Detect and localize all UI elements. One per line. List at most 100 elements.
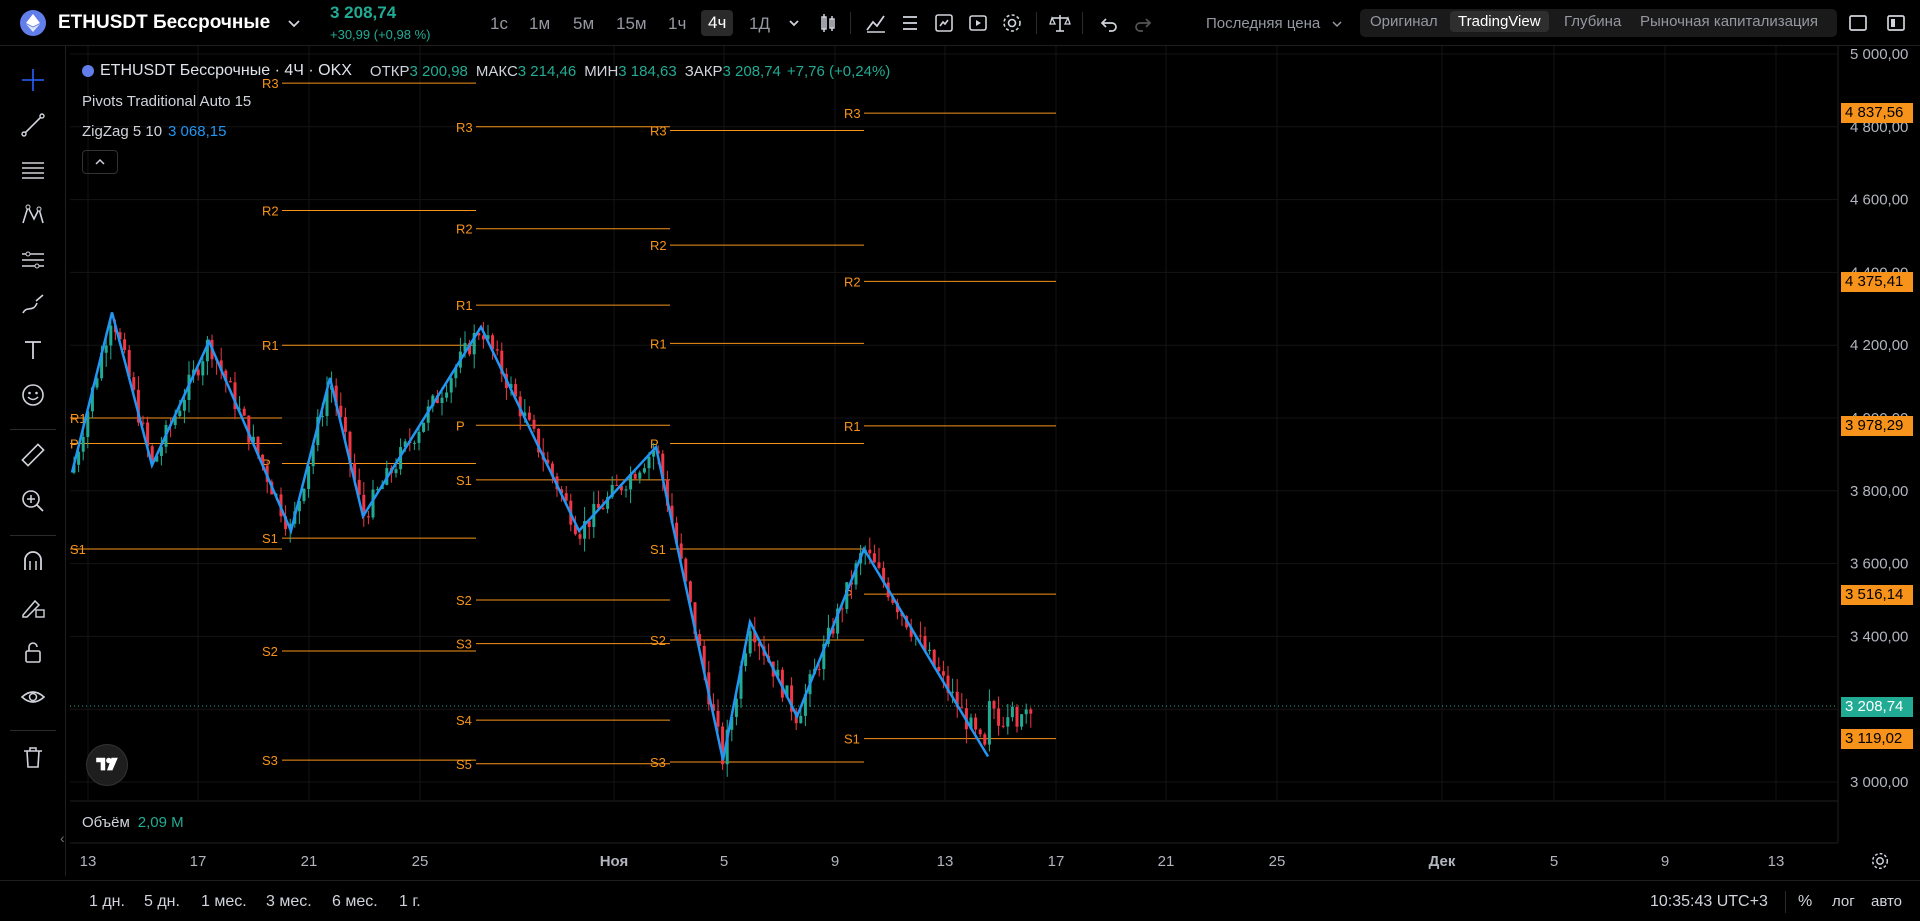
pivot-label: R1 bbox=[844, 419, 861, 434]
candle-body bbox=[615, 484, 619, 486]
percent-scale-toggle[interactable]: % bbox=[1798, 893, 1812, 911]
time-tick: 13 bbox=[80, 853, 97, 870]
r1-price-badge: 3 978,29 bbox=[1841, 416, 1913, 436]
candle-body bbox=[642, 468, 646, 473]
time-tick: 5 bbox=[720, 853, 728, 870]
pivot-label: R2 bbox=[844, 274, 861, 289]
pivot-label: S1 bbox=[70, 542, 86, 557]
time-tick: 17 bbox=[190, 853, 207, 870]
zigzag-line bbox=[70, 312, 990, 761]
price-tick: 5 000,00 bbox=[1850, 46, 1908, 63]
time-tick: 25 bbox=[412, 853, 429, 870]
pivot-label: S3 bbox=[650, 755, 666, 770]
candle-body bbox=[343, 416, 347, 432]
range-1y[interactable]: 1 г. bbox=[399, 893, 421, 911]
pivot-label: S3 bbox=[456, 637, 472, 652]
range-5d[interactable]: 5 дн. bbox=[144, 893, 180, 911]
candle-body bbox=[109, 325, 113, 346]
pivot-label: S1 bbox=[262, 531, 278, 546]
candle-body bbox=[1015, 706, 1019, 727]
candle-body bbox=[647, 456, 651, 469]
log-scale-toggle[interactable]: лог bbox=[1832, 893, 1855, 910]
pivot-label: S2 bbox=[456, 593, 472, 608]
pivot-label: R1 bbox=[262, 338, 279, 353]
candle-body bbox=[872, 553, 876, 563]
zigzag-indicator-label[interactable]: ZigZag 5 10 3 068,15 bbox=[82, 123, 226, 140]
candle-body bbox=[123, 339, 127, 350]
open-label: ОТКР bbox=[369, 62, 410, 80]
r2-price-badge: 4 375,41 bbox=[1841, 272, 1913, 292]
auto-scale-toggle[interactable]: авто bbox=[1871, 893, 1902, 910]
time-tick: 21 bbox=[301, 853, 318, 870]
candle-body bbox=[196, 369, 200, 376]
legend-title[interactable]: ETHUSDT Бессрочные · 4Ч · OKX bbox=[100, 62, 352, 80]
candle-body bbox=[978, 729, 982, 735]
chart-settings-icon[interactable] bbox=[1869, 850, 1891, 872]
candle-body bbox=[178, 410, 182, 417]
clock-timezone[interactable]: 10:35:43 UTC+3 bbox=[1650, 893, 1768, 911]
range-1d[interactable]: 1 дн. bbox=[89, 893, 125, 911]
collapse-panel-icon[interactable]: ‹ bbox=[60, 830, 65, 846]
time-tick: Ноя bbox=[600, 853, 629, 870]
candle-body bbox=[817, 668, 821, 670]
tradingview-logo-icon[interactable] bbox=[86, 744, 128, 786]
pivot-levels: R1PS1R3R2R1PS1S2S3R3R2R1PS1S2S3S4S5R3R2R… bbox=[70, 76, 1056, 772]
close-label: ЗАКР bbox=[684, 62, 723, 80]
candles bbox=[72, 319, 1033, 777]
candle-body bbox=[1001, 725, 1005, 727]
time-tick: 13 bbox=[1768, 853, 1785, 870]
bar-change: +7,76 (+0,24%) bbox=[786, 62, 891, 80]
range-3m[interactable]: 3 мес. bbox=[266, 893, 312, 911]
candle-body bbox=[81, 436, 85, 452]
zigzag-polyline bbox=[70, 312, 990, 761]
pivot-label: S5 bbox=[456, 757, 472, 772]
candle-body bbox=[422, 422, 426, 432]
volume-legend[interactable]: Объём 2,09 M bbox=[82, 814, 184, 831]
s1-price-badge: 3 119,02 bbox=[1841, 729, 1913, 749]
high-value: 3 214,46 bbox=[517, 62, 577, 80]
candle-body bbox=[228, 381, 232, 383]
range-6m[interactable]: 6 мес. bbox=[332, 893, 378, 911]
pivot-label: S1 bbox=[844, 732, 860, 747]
price-tick: 4 600,00 bbox=[1850, 192, 1908, 209]
candle-body bbox=[918, 635, 922, 637]
pivot-label: R1 bbox=[456, 298, 473, 313]
r3-price-badge: 4 837,56 bbox=[1841, 103, 1913, 123]
candle-body bbox=[987, 701, 991, 745]
time-tick: 13 bbox=[937, 853, 954, 870]
candle-body bbox=[992, 701, 996, 709]
pivot-label: S2 bbox=[650, 633, 666, 648]
bottom-toolbar: 1 дн. 5 дн. 1 мес. 3 мес. 6 мес. 1 г. 10… bbox=[0, 880, 1920, 921]
pivot-label: S1 bbox=[650, 542, 666, 557]
time-tick: 9 bbox=[1661, 853, 1669, 870]
candle-body bbox=[302, 488, 306, 501]
candle-body bbox=[417, 431, 421, 443]
pivot-label: S2 bbox=[262, 644, 278, 659]
pivots-indicator-label[interactable]: Pivots Traditional Auto 15 bbox=[82, 93, 251, 110]
time-tick: 25 bbox=[1269, 853, 1286, 870]
candle-body bbox=[877, 562, 881, 568]
candle-body bbox=[974, 717, 978, 730]
candle-body bbox=[445, 392, 449, 398]
range-1m[interactable]: 1 мес. bbox=[201, 893, 247, 911]
candle-body bbox=[1006, 717, 1010, 727]
candle-body bbox=[928, 649, 932, 652]
chart-grid bbox=[70, 46, 1839, 844]
pivot-label: S1 bbox=[456, 473, 472, 488]
candle-body bbox=[951, 691, 955, 693]
candle-body bbox=[960, 707, 964, 709]
candle-body bbox=[941, 671, 945, 676]
close-value: 3 208,74 bbox=[722, 62, 781, 80]
ethereum-icon bbox=[82, 65, 94, 77]
candle-body bbox=[440, 397, 444, 403]
candle-body bbox=[1010, 706, 1014, 718]
price-tick: 3 400,00 bbox=[1850, 628, 1908, 645]
time-tick: Дек bbox=[1429, 853, 1456, 870]
price-tick: 4 200,00 bbox=[1850, 337, 1908, 354]
time-tick: 17 bbox=[1048, 853, 1065, 870]
candle-body bbox=[997, 708, 1001, 726]
price-tick: 3 000,00 bbox=[1850, 774, 1908, 791]
collapse-legend-button[interactable] bbox=[82, 150, 118, 174]
price-chart[interactable]: R1PS1R3R2R1PS1S2S3R3R2R1PS1S2S3S4S5R3R2R… bbox=[0, 0, 1920, 921]
candle-body bbox=[578, 534, 582, 539]
